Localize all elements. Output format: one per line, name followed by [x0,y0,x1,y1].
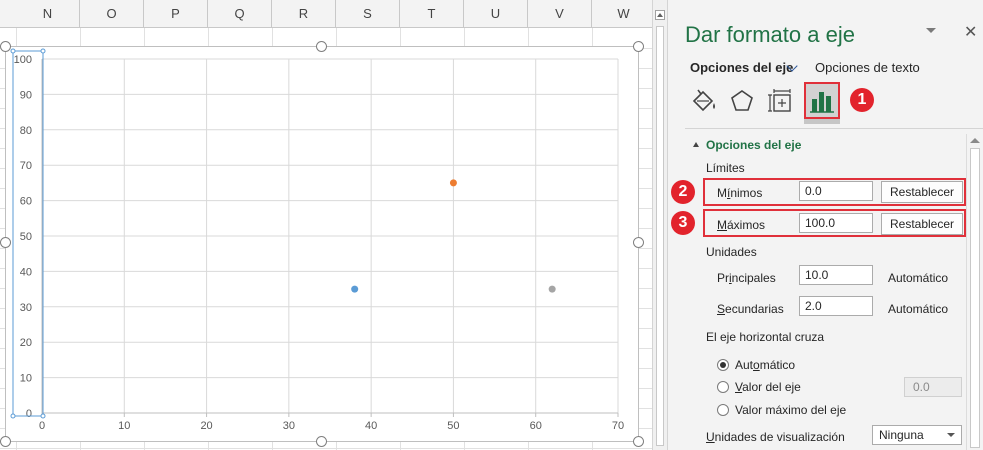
column-header-w[interactable]: W [592,0,652,28]
y-tick-label: 20 [20,337,32,349]
column-header-row: NOPQRSTUVW [0,0,652,28]
x-tick-label: 60 [530,420,542,432]
minimum-label: Mínimos [717,186,763,200]
scatter-chart[interactable]: 0 10 20 30 40 50 60 70 80 90 100 0 10 20 30 40 50 60 70 [5,46,639,442]
scrollbar-thumb[interactable] [970,148,980,448]
chart-resize-handle-top[interactable] [316,41,327,52]
y-axis-selection-handle [40,48,46,54]
y-tick-label: 60 [20,196,32,208]
y-tick-label: 30 [20,302,32,314]
y-axis-selection-handle [10,48,16,54]
display-units-value: Ninguna [879,428,924,442]
minor-label: Secundarias [717,302,784,316]
minor-mode-label: Automático [888,302,949,316]
units-label: Unidades [706,245,757,259]
data-point [449,179,457,187]
x-tick-label: 0 [39,420,45,432]
fill-line-icon[interactable] [688,85,720,117]
y-tick-label: 100 [14,54,32,66]
radio-crosses-axis-value[interactable] [717,381,729,393]
y-tick-label: 80 [20,125,32,137]
scroll-up-arrow-icon[interactable] [655,10,665,20]
chart-plot-svg: 0 10 20 30 40 50 60 70 80 90 100 0 10 20 30 40 50 60 70 [10,48,624,432]
pane-vertical-scrollbar[interactable] [966,134,983,450]
major-label: Principales [717,271,776,285]
maximum-input[interactable]: 100.0 [799,213,873,233]
y-tick-label: 40 [20,266,32,278]
chart-resize-handle-bottom[interactable] [316,436,327,447]
axis-value-input[interactable]: 0.0 [904,377,962,397]
x-tick-label: 10 [118,420,130,432]
column-header-v[interactable]: V [528,0,592,28]
crosses-label: El eje horizontal cruza [706,330,825,344]
column-header-r[interactable]: R [272,0,336,28]
minimum-input[interactable]: 0.0 [799,181,873,201]
pane-options-chevron-icon[interactable] [926,28,936,33]
display-units-label: Unidades de visualización [706,430,845,444]
radio-crosses-max-value[interactable] [717,404,729,416]
y-tick-label: 50 [20,231,32,243]
tab-selection-indicator [804,119,840,124]
column-header-p[interactable]: P [144,0,208,28]
effects-icon[interactable] [726,85,758,117]
y-tick-label: 0 [26,408,32,420]
minor-unit-input[interactable]: 2.0 [799,296,873,316]
axis-options-icon[interactable] [807,86,837,116]
step-badge-3: 3 [671,211,695,235]
x-tick-label: 20 [200,420,212,432]
crosses-max-value-label[interactable]: Valor máximo del eje [735,403,846,417]
chart-resize-handle-left[interactable] [0,237,11,248]
radio-crosses-automatic[interactable] [717,359,729,371]
column-header-u[interactable]: U [464,0,528,28]
chart-resize-handle-top-left[interactable] [0,41,11,52]
collapse-triangle-icon[interactable] [693,142,699,147]
data-point [351,285,359,293]
y-axis-selection-handle [10,413,16,419]
column-header-q[interactable]: Q [208,0,272,28]
chart-resize-handle-top-right[interactable] [633,41,644,52]
step-badge-1: 1 [850,88,874,112]
close-icon[interactable]: ✕ [964,22,977,42]
column-header-t[interactable]: T [400,0,464,28]
chart-resize-handle-bottom-left[interactable] [0,436,11,447]
y-tick-label: 70 [20,160,32,172]
chart-resize-handle-bottom-right[interactable] [633,436,644,447]
sheet-vertical-scrollbar[interactable] [652,0,668,450]
column-header-s[interactable]: S [336,0,400,28]
column-header-n[interactable]: N [16,0,80,28]
major-unit-input[interactable]: 10.0 [799,265,873,285]
chart-resize-handle-right[interactable] [633,237,644,248]
format-axis-pane: Dar formato a eje ✕ Opciones del eje Opc… [668,0,983,450]
crosses-axis-value-label[interactable]: Valor del eje [735,380,801,394]
y-axis-selection-handle [40,413,46,419]
tab-axis-options[interactable]: Opciones del eje [690,60,793,75]
section-axis-options[interactable]: Opciones del eje [706,138,801,152]
maximum-label: Máximos [717,218,766,232]
scrollbar-thumb[interactable] [656,26,664,446]
minimum-reset-button[interactable]: Restablecer [881,181,963,203]
step-badge-2: 2 [671,180,695,204]
limits-label: Límites [706,161,745,175]
maximum-reset-button[interactable]: Restablecer [881,213,963,235]
major-mode-label: Automático [888,271,949,285]
pane-title: Dar formato a eje [685,22,855,47]
x-tick-label: 30 [283,420,295,432]
column-header-o[interactable]: O [80,0,144,28]
spreadsheet-area[interactable]: NOPQRSTUVW 0 10 20 30 40 50 60 70 80 90 100 0 10 20 30… [0,0,652,450]
size-properties-icon[interactable] [765,85,797,117]
crosses-automatic-label[interactable]: Automático [735,358,795,372]
y-tick-label: 90 [20,89,32,101]
x-tick-label: 50 [447,420,459,432]
scroll-up-arrow-icon[interactable] [970,138,980,143]
y-tick-label: 10 [20,373,32,385]
tab-text-options[interactable]: Opciones de texto [815,60,920,75]
x-tick-label: 40 [365,420,377,432]
x-tick-label: 70 [612,420,624,432]
chevron-down-icon[interactable] [947,433,955,437]
data-point [548,285,556,293]
pane-divider [685,128,983,129]
display-units-select[interactable]: Ninguna [872,425,962,445]
